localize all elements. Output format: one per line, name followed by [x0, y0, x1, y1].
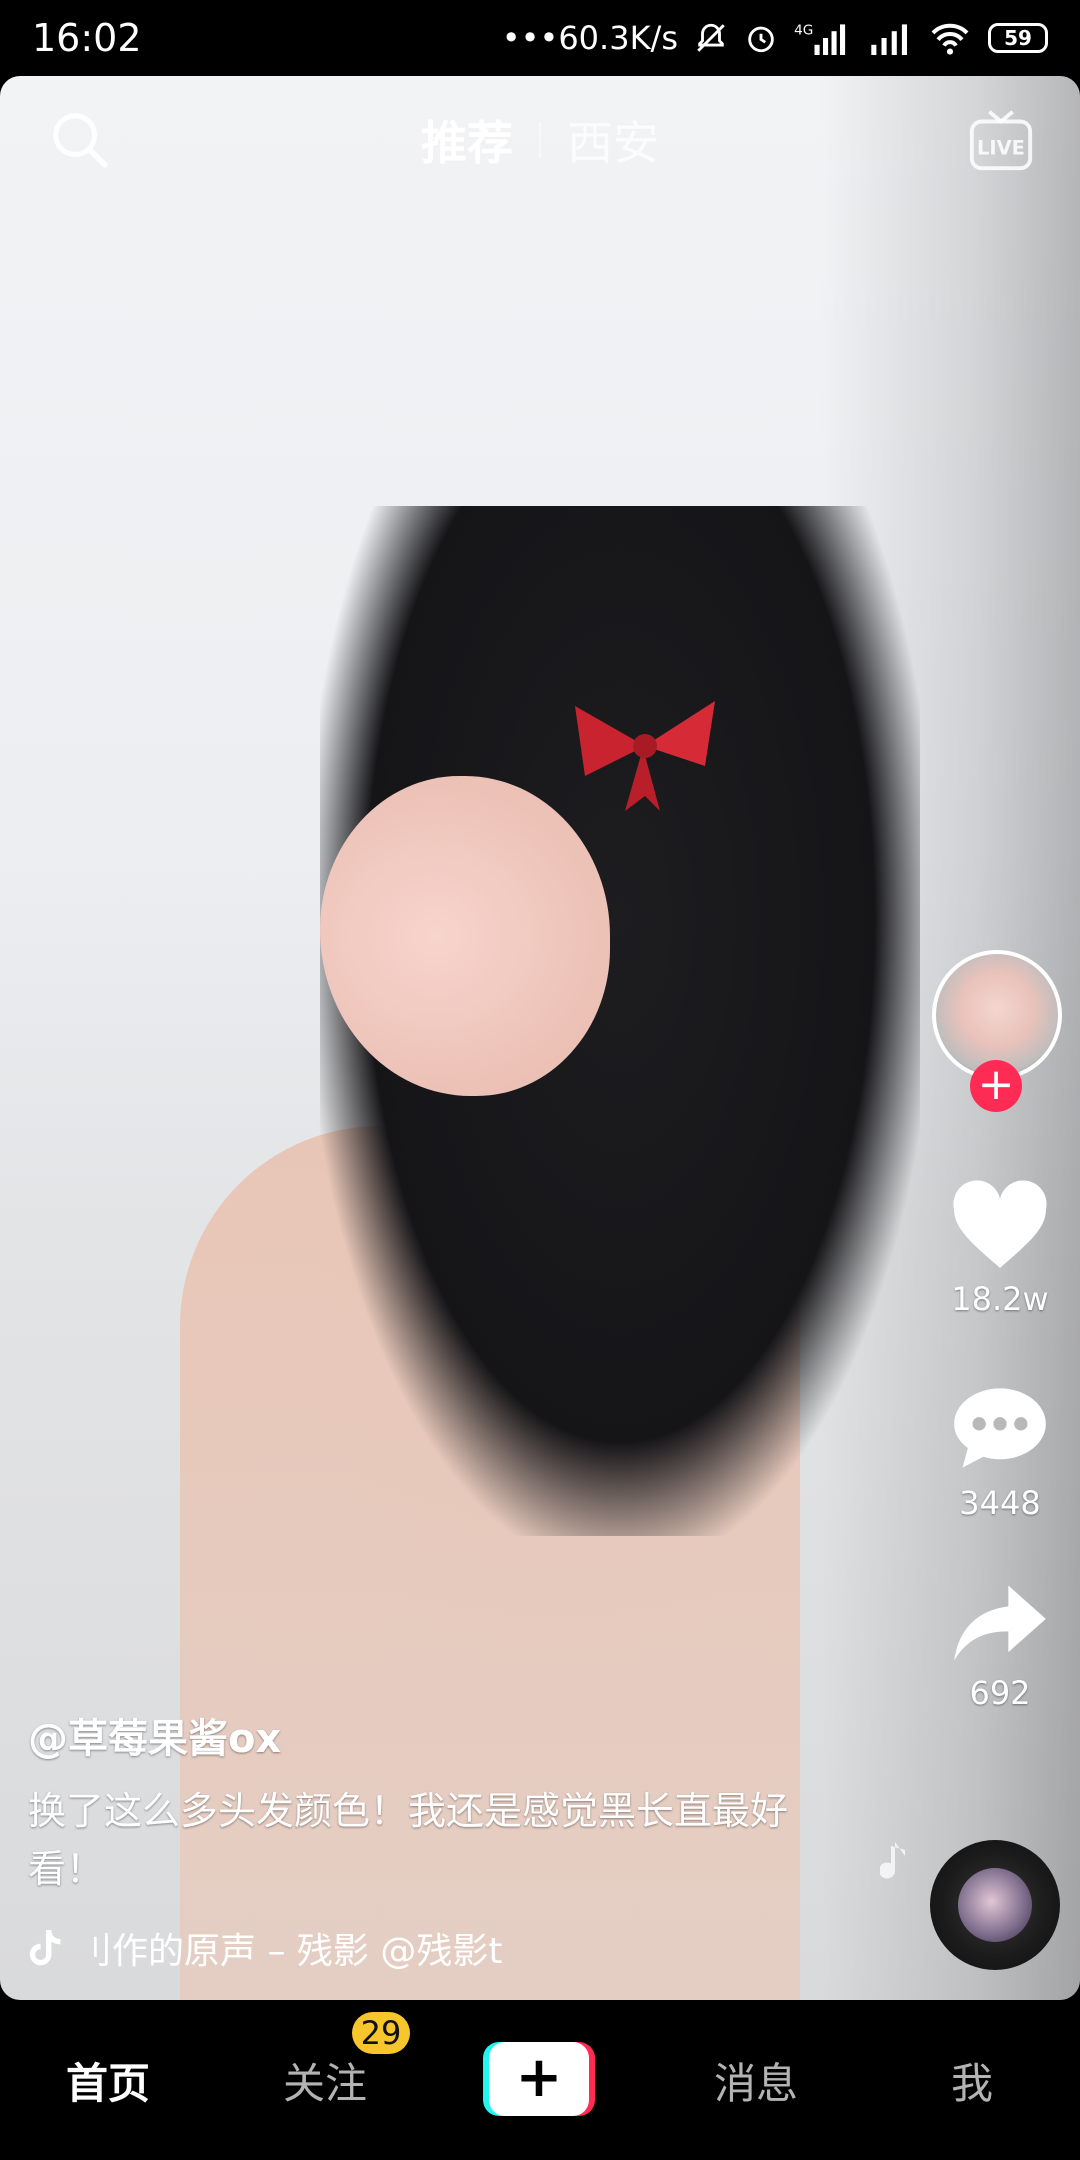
svg-text:4G: 4G — [794, 23, 813, 39]
nav-me[interactable]: 我 — [892, 2050, 1052, 2111]
mute-icon — [697, 23, 725, 52]
tiktok-note-icon — [29, 1930, 61, 1966]
nav-home[interactable]: 首页 — [28, 2050, 188, 2111]
share-button[interactable]: 692 — [920, 1580, 1080, 1712]
status-indicators: •••60.3K/s 4G 59 — [502, 19, 1048, 57]
share-icon — [954, 1585, 1046, 1661]
live-icon[interactable]: LIVE — [966, 104, 1036, 174]
music-row[interactable]: 刂作的原声 – 残影 @残影t — [28, 1920, 548, 1976]
cellular-4g-icon: 4G — [794, 23, 846, 55]
status-bar: 16:02 •••60.3K/s 4G 59 — [0, 0, 1080, 76]
music-title: 刂作的原声 – 残影 @残影t — [76, 1931, 503, 1972]
battery-indicator: 59 — [988, 23, 1048, 53]
comment-count: 3448 — [959, 1484, 1041, 1522]
comment-button[interactable]: 3448 — [920, 1380, 1080, 1522]
comment-icon — [954, 1388, 1046, 1468]
like-count: 18.2w — [951, 1280, 1049, 1318]
author-name[interactable]: @草莓果酱ox — [28, 1706, 808, 1764]
like-button[interactable]: 18.2w — [920, 1180, 1080, 1318]
svg-text:LIVE: LIVE — [977, 137, 1025, 160]
create-plus-icon: + — [489, 2042, 589, 2116]
alarm-icon — [748, 26, 774, 53]
music-disc-cover — [958, 1868, 1032, 1942]
music-note-icon — [880, 1842, 905, 1879]
video-caption: @草莓果酱ox 换了这么多头发颜色！我还是感觉黑长直最好看！ — [28, 1706, 808, 1898]
status-time: 16:02 — [32, 16, 142, 60]
red-bow — [575, 701, 715, 811]
nav-following[interactable]: 关注 — [245, 2050, 405, 2111]
share-count: 692 — [969, 1674, 1031, 1712]
music-disc[interactable] — [930, 1840, 1060, 1970]
cellular-icon — [871, 24, 907, 55]
create-button[interactable]: + — [483, 2042, 595, 2116]
follow-button[interactable]: + — [970, 1060, 1022, 1112]
wifi-icon — [931, 23, 969, 55]
net-speed: •••60.3K/s — [501, 19, 678, 57]
video-description: 换了这么多头发颜色！我还是感觉黑长直最好看！ — [28, 1789, 789, 1891]
tab-recommend[interactable]: 推荐 — [395, 107, 539, 173]
feed-tabs: 推荐 西安 — [0, 100, 1080, 180]
heart-icon — [953, 1180, 1047, 1268]
tab-local[interactable]: 西安 — [541, 107, 685, 173]
bottom-nav: 首页 关注 29 + 消息 我 — [0, 2000, 1080, 2160]
top-nav: 推荐 西安 LIVE — [0, 100, 1080, 180]
nav-messages[interactable]: 消息 — [676, 2050, 836, 2111]
following-badge: 29 — [352, 2012, 410, 2054]
